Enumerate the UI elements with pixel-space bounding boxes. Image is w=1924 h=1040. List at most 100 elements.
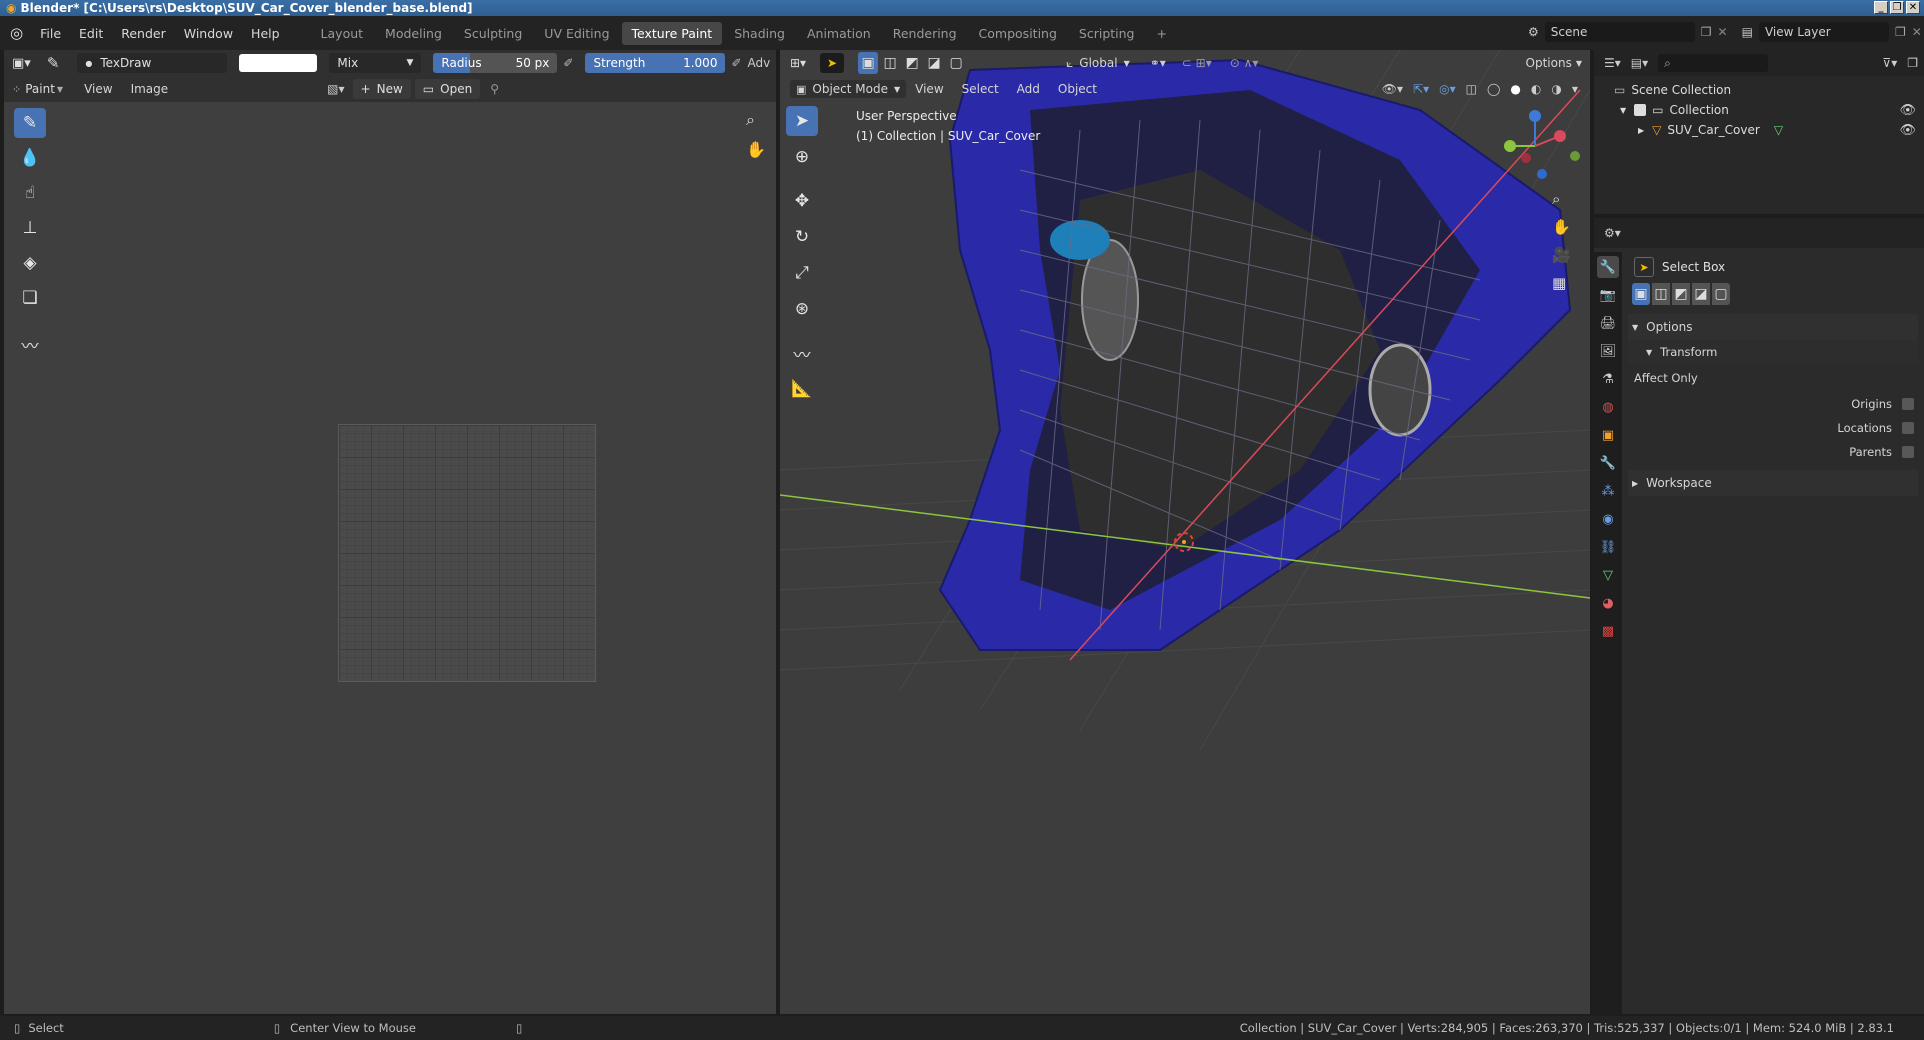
tab-uv-editing[interactable]: UV Editing xyxy=(534,22,619,45)
gizmo-icon[interactable]: ⇱▾ xyxy=(1413,82,1429,96)
smear-tool-icon[interactable]: ☝ xyxy=(14,178,46,208)
mode-intersect-icon[interactable]: ▢ xyxy=(1712,283,1730,305)
proportional-edit-icon[interactable]: ⊙ ∧▾ xyxy=(1230,56,1259,70)
vp-menu-object[interactable]: Object xyxy=(1049,82,1106,96)
brush-color-swatch[interactable] xyxy=(239,54,318,72)
menu-file[interactable]: File xyxy=(31,26,70,41)
add-workspace-button[interactable]: + xyxy=(1147,22,1177,45)
tab-shading[interactable]: Shading xyxy=(724,22,795,45)
image-canvas[interactable] xyxy=(338,424,596,682)
3d-viewport[interactable]: ⊞▾ ➤ ▣ ◫ ◩ ◪ ▢ ⟀ Global ▼ ⚭▾ ⊂ ⊞▾ ⊙ ∧▾ O… xyxy=(780,50,1590,1014)
tab-layout[interactable]: Layout xyxy=(311,22,374,45)
tab-modeling[interactable]: Modeling xyxy=(375,22,452,45)
options-panel-header[interactable]: ▼ Options xyxy=(1628,314,1918,340)
view-layer-field[interactable]: View Layer xyxy=(1758,22,1889,42)
mode-subtract-icon[interactable]: ◩ xyxy=(1672,283,1690,305)
new-collection-icon[interactable]: ❐ xyxy=(1907,56,1918,70)
object-eye-icon[interactable]: 👁 xyxy=(1899,123,1916,138)
annotate-tool-icon[interactable]: 〰 xyxy=(14,329,46,359)
close-button[interactable]: ✕ xyxy=(1906,1,1920,14)
options-menu[interactable]: Options ▼ xyxy=(1526,56,1582,70)
select-new-icon[interactable]: ▣ xyxy=(858,52,879,74)
locations-row[interactable]: Locations xyxy=(1628,416,1918,440)
advanced-menu[interactable]: Adv xyxy=(748,56,771,70)
select-extend-icon[interactable]: ◫ xyxy=(880,52,900,74)
solid-shading-icon[interactable]: ● xyxy=(1510,82,1520,96)
clone-tool-icon[interactable]: ⊥ xyxy=(14,213,46,243)
fill-tool-icon[interactable]: ◈ xyxy=(14,248,46,278)
scale-tool-icon[interactable]: ⤢ xyxy=(786,258,818,288)
zoom-icon[interactable]: ⌕ xyxy=(746,110,766,130)
gizmo-z-icon[interactable] xyxy=(1529,110,1541,122)
open-image-button[interactable]: ▭ Open xyxy=(414,79,481,99)
blend-mode-select[interactable]: Mix ▼ xyxy=(329,53,422,73)
object-tab-icon[interactable]: ▣ xyxy=(1597,424,1619,446)
outliner-search-input[interactable]: ⌕ xyxy=(1658,54,1769,72)
transform-tool-icon[interactable]: ⊛ xyxy=(786,294,818,324)
new-scene-icon[interactable]: ❐ xyxy=(1701,25,1712,39)
select-intersect-icon[interactable]: ▢ xyxy=(946,52,966,74)
pan-view-icon[interactable]: ✋ xyxy=(1552,218,1571,236)
pivot-icon[interactable]: ⚭▾ xyxy=(1150,56,1166,70)
move-tool-icon[interactable]: ✥ xyxy=(786,186,818,216)
camera-view-icon[interactable]: 🎥 xyxy=(1552,246,1571,264)
pan-hand-icon[interactable]: ✋ xyxy=(746,140,766,159)
tab-texture-paint[interactable]: Texture Paint xyxy=(621,21,723,45)
select-invert-icon[interactable]: ◪ xyxy=(924,52,944,74)
texture-tab-icon[interactable]: ▩ xyxy=(1597,620,1619,642)
world-tab-icon[interactable]: ◍ xyxy=(1597,396,1619,418)
workspace-panel-header[interactable]: ▶ Workspace xyxy=(1628,470,1918,496)
output-tab-icon[interactable]: 🖨 xyxy=(1597,312,1619,334)
measure-tool-icon[interactable]: 📐 xyxy=(786,374,818,404)
menu-help[interactable]: Help xyxy=(242,26,289,41)
transform-subpanel-header[interactable]: ▼ Transform xyxy=(1628,340,1918,364)
locations-checkbox[interactable] xyxy=(1902,422,1914,434)
pressure-radius-icon[interactable]: ✐ xyxy=(563,56,573,70)
overlay-icon[interactable]: ◎▾ xyxy=(1439,82,1456,96)
new-view-layer-icon[interactable]: ❐ xyxy=(1895,25,1906,39)
parents-row[interactable]: Parents xyxy=(1628,440,1918,464)
view-layer-tab-icon[interactable]: 🖼 xyxy=(1597,340,1619,362)
scene-icon[interactable]: ⚙ xyxy=(1528,25,1539,39)
minimize-button[interactable]: _ xyxy=(1874,1,1888,14)
outliner-type-icon[interactable]: ☰▾ xyxy=(1604,56,1621,70)
brush-icon[interactable]: ✎ xyxy=(47,54,60,72)
parents-checkbox[interactable] xyxy=(1902,446,1914,458)
pressure-strength-icon[interactable]: ✐ xyxy=(731,56,741,70)
material-shading-icon[interactable]: ◐ xyxy=(1531,82,1541,96)
particles-tab-icon[interactable]: ⁂ xyxy=(1597,480,1619,502)
origins-checkbox[interactable] xyxy=(1902,398,1914,410)
editor-type-3d-icon[interactable]: ⊞▾ xyxy=(790,56,806,70)
radius-slider[interactable]: Radius 50 px xyxy=(433,53,558,73)
mode-set-icon[interactable]: ▣ xyxy=(1632,283,1650,305)
view-layer-icon[interactable]: ▤ xyxy=(1742,25,1753,39)
draw-brush-tool-icon[interactable]: ✎ xyxy=(14,108,46,138)
visibility-icon[interactable]: 👁▾ xyxy=(1382,82,1403,96)
collection-eye-icon[interactable]: 👁 xyxy=(1899,103,1916,118)
strength-slider[interactable]: Strength 1.000 xyxy=(585,53,726,73)
menu-image[interactable]: Image xyxy=(122,82,178,96)
annotate-3d-tool-icon[interactable]: 〰 xyxy=(786,338,818,368)
rotate-tool-icon[interactable]: ↻ xyxy=(786,222,818,252)
gizmo-x-icon[interactable] xyxy=(1554,130,1566,142)
mode-extend-icon[interactable]: ◫ xyxy=(1652,283,1670,305)
menu-view[interactable]: View xyxy=(75,82,121,96)
material-tab-icon[interactable]: ◕ xyxy=(1597,592,1619,614)
rendered-shading-icon[interactable]: ◑ xyxy=(1551,82,1561,96)
snap-icon[interactable]: ⊂ ⊞▾ xyxy=(1182,56,1212,70)
mode-difference-icon[interactable]: ◪ xyxy=(1692,283,1710,305)
object-mode-select[interactable]: ▣ Object Mode ▼ xyxy=(790,80,907,98)
mask-tool-icon[interactable]: ❏ xyxy=(14,283,46,313)
physics-tab-icon[interactable]: ◉ xyxy=(1597,508,1619,530)
wireframe-shading-icon[interactable]: ◯ xyxy=(1487,82,1500,96)
zoom-view-icon[interactable]: ⌕ xyxy=(1552,190,1571,208)
render-tab-icon[interactable]: 📷 xyxy=(1597,284,1619,306)
select-box-tool-icon[interactable]: ➤ xyxy=(786,106,818,136)
modifier-tab-icon[interactable]: 🔧 xyxy=(1597,452,1619,474)
mesh-data-tab-icon[interactable]: ▽ xyxy=(1597,564,1619,586)
image-browse-icon[interactable]: ▧▾ xyxy=(327,82,344,96)
outliner-row-object[interactable]: ▶ ▽ SUV_Car_Cover ▽ 👁 xyxy=(1614,120,1924,140)
tool-tab-icon[interactable]: 🔧 xyxy=(1597,256,1619,278)
vp-menu-add[interactable]: Add xyxy=(1008,82,1049,96)
vp-menu-view[interactable]: View xyxy=(906,82,952,96)
